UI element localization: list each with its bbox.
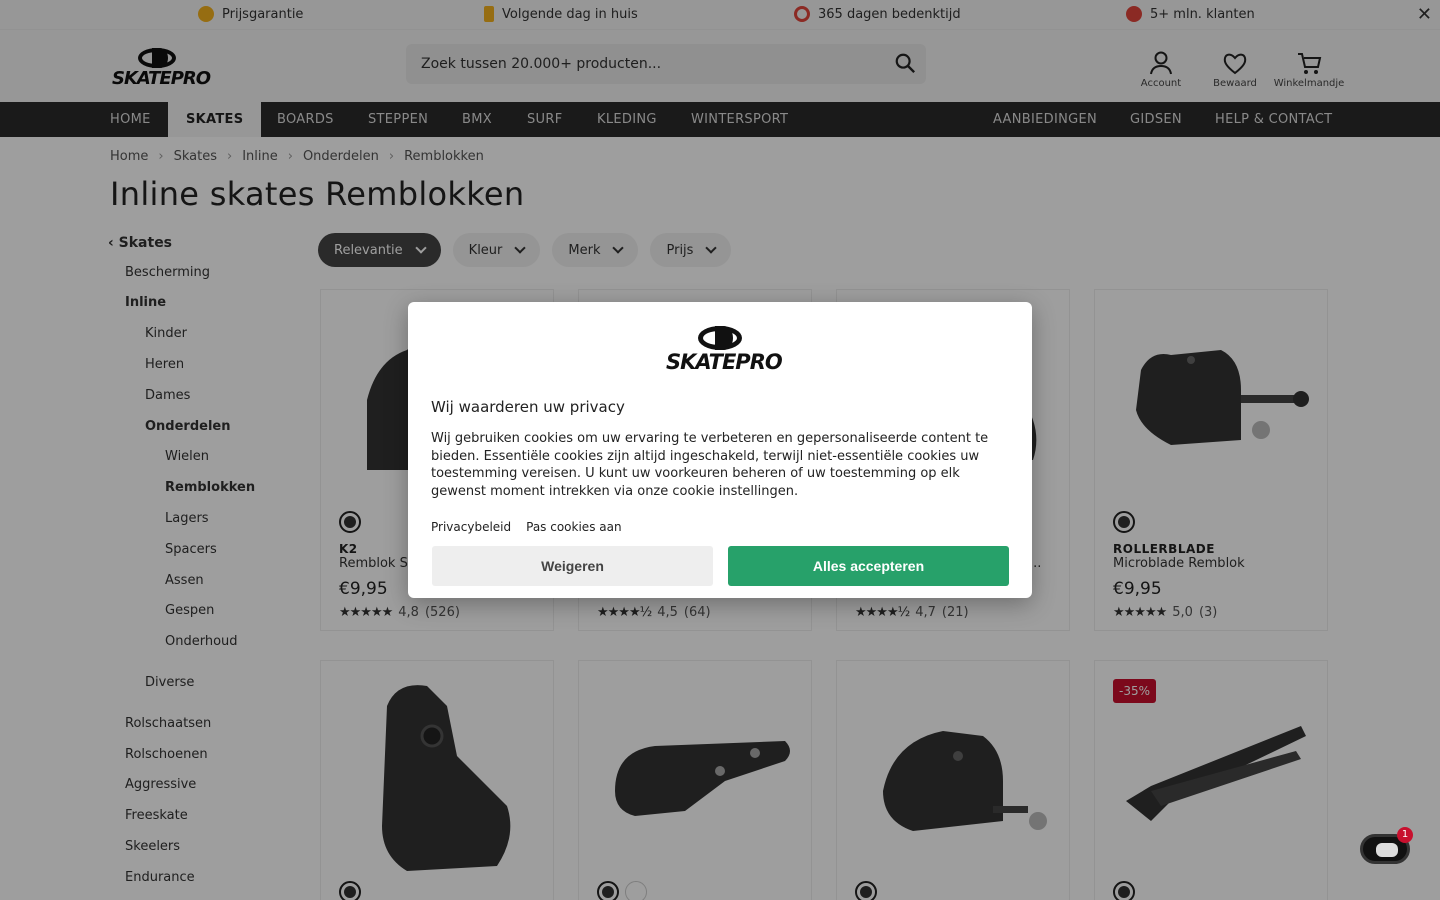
- modal-body-text: Wij gebruiken cookies om uw ervaring te …: [431, 431, 989, 499]
- customize-cookies-link[interactable]: Pas cookies aan: [526, 520, 621, 534]
- modal-logo-text: SKATEPRO: [666, 350, 783, 374]
- logo-mark-icon: [698, 326, 742, 350]
- accept-all-cookies-button[interactable]: Alles accepteren: [728, 546, 1009, 586]
- chat-notification-badge: 1: [1397, 827, 1413, 843]
- modal-logo: SKATEPRO: [666, 326, 783, 374]
- privacy-policy-link[interactable]: Privacybeleid: [431, 520, 511, 534]
- modal-title: Wij waarderen uw privacy: [431, 398, 625, 416]
- cookie-consent-modal: SKATEPRO Wij waarderen uw privacy Wij ge…: [408, 302, 1032, 598]
- chat-widget-button[interactable]: 1: [1360, 827, 1413, 864]
- chat-bot-icon: [1376, 843, 1398, 857]
- reject-cookies-button[interactable]: Weigeren: [432, 546, 713, 586]
